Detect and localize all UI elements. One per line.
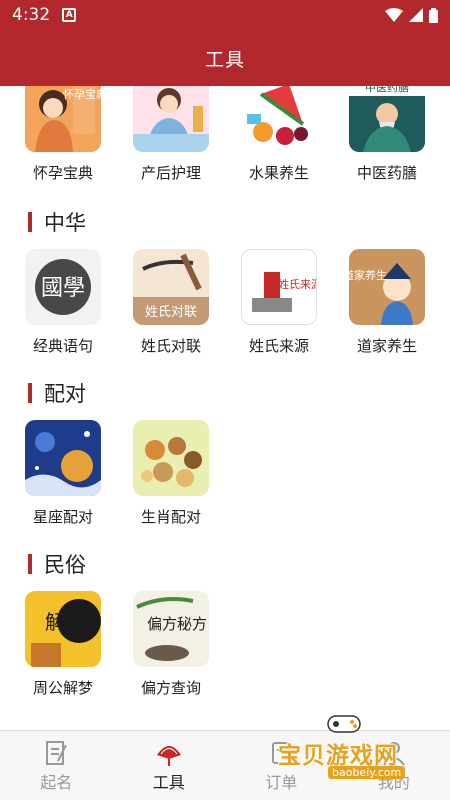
fruit-health-image bbox=[241, 86, 317, 152]
tool-grid-chinese-culture: 國學 经典语句 姓氏对联 姓氏对联 姓氏来 姓氏来源 家养生 道家养生 bbox=[0, 249, 450, 356]
surname-origin-image: 姓氏来源 bbox=[241, 249, 317, 325]
tools-content[interactable]: 怀孕宝典 怀孕宝典 产后护理 bbox=[0, 86, 450, 730]
postpartum-care-image bbox=[133, 86, 209, 152]
battery-icon bbox=[429, 7, 438, 23]
tool-classic-quotes[interactable]: 國學 经典语句 bbox=[9, 249, 117, 356]
svg-text:國學: 國學 bbox=[41, 276, 85, 301]
svg-text:偏方秘方: 偏方秘方 bbox=[147, 615, 207, 633]
svg-text:解夢: 解夢 bbox=[45, 610, 85, 634]
tool-zodiac-match[interactable]: 生肖配对 bbox=[117, 420, 225, 527]
svg-text:中医药膳: 中医药膳 bbox=[365, 86, 409, 94]
svg-text:姓氏来源: 姓氏来源 bbox=[278, 277, 317, 291]
tool-label: 周公解梦 bbox=[32, 679, 93, 697]
tool-label: 生肖配对 bbox=[140, 508, 201, 526]
tool-label: 偏方查询 bbox=[140, 679, 201, 697]
tool-taoist-health[interactable]: 道家养生 道家养生 bbox=[333, 249, 441, 356]
tool-pregnancy-guide[interactable]: 怀孕宝典 怀孕宝典 bbox=[9, 86, 117, 183]
watermark-text: 宝贝游戏网 bbox=[278, 743, 398, 769]
status-time: 4:32 bbox=[12, 5, 51, 25]
watermark-url: baobeiy.com bbox=[328, 766, 406, 779]
tool-grid-health: 怀孕宝典 怀孕宝典 产后护理 bbox=[0, 86, 450, 183]
tool-folk-remedy-search[interactable]: 偏方秘方 偏方查询 bbox=[117, 591, 225, 698]
section-header-chinese-culture: 中华 bbox=[0, 205, 450, 239]
gamepad-icon bbox=[327, 715, 361, 733]
dream-interpretation-image: 解夢 bbox=[25, 591, 101, 667]
folk-remedy-image: 偏方秘方 bbox=[133, 591, 209, 667]
document-pen-icon bbox=[46, 740, 68, 765]
pregnancy-guide-image: 怀孕宝典 bbox=[25, 86, 101, 152]
status-bar: 4:32 A bbox=[0, 0, 450, 30]
tool-tcm-diet[interactable]: 中医药膳 中医药膳 bbox=[333, 86, 441, 183]
section-title: 民俗 bbox=[44, 553, 86, 577]
constellation-match-image bbox=[25, 420, 101, 496]
tool-label: 产后护理 bbox=[140, 164, 201, 182]
status-icons bbox=[385, 7, 438, 23]
taoist-health-image: 道家养生 bbox=[349, 249, 425, 325]
wifi-icon bbox=[385, 8, 403, 22]
signal-icon bbox=[409, 8, 423, 22]
section-title: 配对 bbox=[44, 382, 86, 406]
section-marker bbox=[28, 554, 32, 574]
notification-icon: A bbox=[62, 8, 77, 22]
section-marker bbox=[28, 212, 32, 232]
tool-label: 道家养生 bbox=[356, 337, 417, 355]
section-title: 中华 bbox=[44, 211, 86, 235]
zodiac-match-image bbox=[133, 420, 209, 496]
tool-constellation-match[interactable]: 星座配对 bbox=[9, 420, 117, 527]
app-bar: 工具 bbox=[0, 30, 450, 86]
tool-label: 姓氏来源 bbox=[248, 337, 309, 355]
tool-postpartum-care[interactable]: 产后护理 bbox=[117, 86, 225, 183]
tool-fruit-health[interactable]: 水果养生 bbox=[225, 86, 333, 183]
nav-label: 起名 bbox=[40, 772, 73, 792]
tcm-diet-image: 中医药膳 bbox=[349, 86, 425, 152]
tool-label: 星座配对 bbox=[32, 508, 93, 526]
tool-label: 经典语句 bbox=[32, 337, 93, 355]
nav-tab-naming[interactable]: 起名 bbox=[0, 731, 113, 800]
page-title: 工具 bbox=[204, 48, 245, 71]
svg-text:道家养生: 道家养生 bbox=[349, 268, 387, 282]
classic-quotes-image: 國學 bbox=[25, 249, 101, 325]
tool-surname-couplets[interactable]: 姓氏对联 姓氏对联 bbox=[117, 249, 225, 356]
svg-text:怀孕宝典: 怀孕宝典 bbox=[63, 87, 101, 101]
section-marker bbox=[28, 383, 32, 403]
tool-dream-interpretation[interactable]: 解夢 周公解梦 bbox=[9, 591, 117, 698]
tool-label: 怀孕宝典 bbox=[32, 164, 93, 182]
tool-label: 水果养生 bbox=[248, 164, 309, 182]
watermark: 宝贝游戏网 baobeiy.com bbox=[268, 706, 448, 786]
section-header-folk-customs: 民俗 bbox=[0, 547, 450, 581]
tool-label: 姓氏对联 bbox=[140, 337, 201, 355]
fan-icon bbox=[156, 745, 181, 766]
section-header-matching: 配对 bbox=[0, 376, 450, 410]
surname-couplets-image: 姓氏对联 bbox=[133, 249, 209, 325]
tool-grid-folk-customs: 解夢 周公解梦 偏方秘方 偏方查询 bbox=[0, 591, 450, 698]
svg-text:姓氏对联: 姓氏对联 bbox=[145, 305, 197, 320]
tool-surname-origin[interactable]: 姓氏来源 姓氏来源 bbox=[225, 249, 333, 356]
tool-label: 中医药膳 bbox=[356, 164, 417, 182]
nav-tab-tools[interactable]: 工具 bbox=[113, 731, 226, 800]
nav-label: 工具 bbox=[152, 772, 185, 792]
tool-grid-matching: 星座配对 生肖配对 bbox=[0, 420, 450, 527]
